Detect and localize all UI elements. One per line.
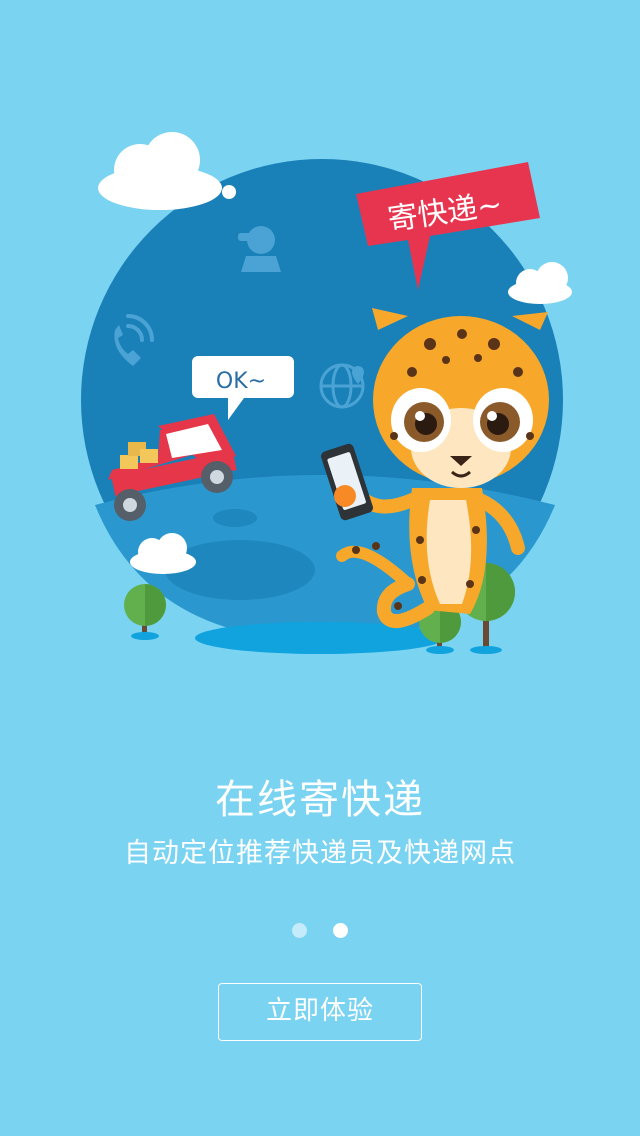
tree xyxy=(124,584,166,640)
page-dot-active[interactable] xyxy=(333,923,348,938)
onboarding-subtitle: 自动定位推荐快递员及快递网点 xyxy=(124,838,516,869)
cloud xyxy=(98,132,222,210)
page-dot[interactable] xyxy=(292,923,307,938)
ok-speech-text: OK~ xyxy=(216,369,266,394)
page-indicator xyxy=(0,923,640,941)
hero-illustration: OK~ 寄快递~ xyxy=(81,132,572,654)
ground-shadow xyxy=(195,622,445,654)
start-experience-button[interactable]: 立即体验 xyxy=(218,983,422,1041)
onboarding-screen: OK~ 寄快递~ 在线寄快递 自动定位推荐快递员及快递网点 立即体验 xyxy=(0,0,640,1136)
bubble-dot xyxy=(222,185,236,199)
globe-patch xyxy=(213,509,257,527)
onboarding-title: 在线寄快递 xyxy=(215,777,425,823)
